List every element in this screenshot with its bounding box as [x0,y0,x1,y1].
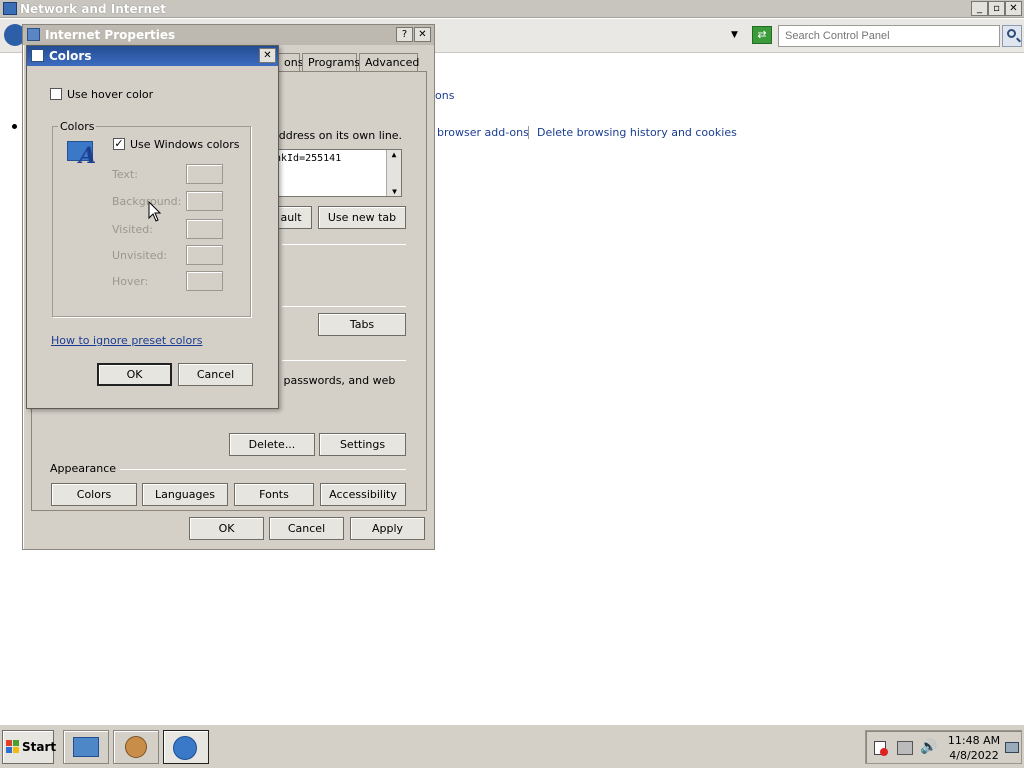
system-tray: 🔊 11:48 AM 4/8/2022 [865,730,1022,764]
network-icon [3,2,17,15]
colors-group-label: Colors [58,120,97,133]
colors-window-icon [31,49,44,62]
server-manager-icon [73,737,99,757]
accessibility-button[interactable]: Accessibility [320,483,406,506]
use-hover-color-checkbox[interactable] [50,88,62,100]
text-color-label: Text: [112,168,138,181]
action-center-flag-icon[interactable] [874,741,888,756]
ip-title-bar: Internet Properties ? ✕ [23,25,434,45]
scroll-down-icon[interactable]: ▼ [387,187,402,196]
colors-dialog: Colors ✕ Use hover color Colors A ✓ Use … [26,45,279,409]
volume-icon[interactable]: 🔊 [920,739,937,755]
globe-icon [173,736,197,760]
separator [282,306,406,307]
search-input[interactable] [778,25,1000,47]
colors-font-icon: A [67,137,101,169]
cp-link-options[interactable]: ons [435,89,454,102]
cp-link-history[interactable]: Delete browsing history and cookies [537,126,737,139]
refresh-icon[interactable]: ⇄ [752,26,772,44]
colors-title-bar: Colors ✕ [27,46,278,66]
hover-color-swatch[interactable] [186,271,223,291]
windows-logo-icon [6,740,19,753]
tab-programs[interactable]: Programs [302,53,360,71]
home-page-instruction: address on its own line. [272,129,403,142]
separator [120,469,406,470]
scroll-up-icon[interactable]: ▲ [387,150,401,159]
background-color-label: Background: [112,195,182,208]
unvisited-color-label: Unvisited: [112,249,168,262]
tabs-settings-button[interactable]: Tabs [318,313,406,336]
clock-time[interactable]: 11:48 AM [946,734,1002,747]
taskbar-server-manager[interactable] [63,730,109,764]
start-button[interactable]: Start [2,730,57,764]
ip-title: Internet Properties [45,28,176,42]
colors-title: Colors [49,49,92,63]
maximize-button[interactable]: ▫ [988,1,1005,16]
mouse-cursor-icon [148,201,162,222]
ip-cancel-button[interactable]: Cancel [269,517,344,540]
home-page-textarea[interactable]: nkId=255141 ▲ ▼ [272,149,402,197]
delete-button[interactable]: Delete... [229,433,315,456]
cp-link-addons[interactable]: browser add-ons [437,126,529,139]
colors-ok-button[interactable]: OK [97,363,172,386]
colors-cancel-button[interactable]: Cancel [178,363,253,386]
background-color-swatch[interactable] [186,191,223,211]
unvisited-color-swatch[interactable] [186,245,223,265]
fonts-button[interactable]: Fonts [234,483,314,506]
cp-window-title: Network and Internet [20,2,166,16]
text-color-swatch[interactable] [186,164,223,184]
separator [282,244,406,245]
show-desktop-icon[interactable] [1005,742,1019,753]
appearance-label: Appearance [50,462,117,475]
textarea-scrollbar[interactable]: ▲ ▼ [386,150,401,196]
tab-advanced[interactable]: Advanced [359,53,419,71]
use-windows-colors-label: Use Windows colors [130,138,240,151]
bullet-icon [12,124,17,129]
colors-button[interactable]: Colors [51,483,137,506]
taskbar: Start 🔊 11:48 AM 4/8/2022 [0,724,1024,768]
search-icon[interactable] [1002,25,1022,47]
use-hover-color-label: Use hover color [67,88,154,101]
ip-ok-button[interactable]: OK [189,517,264,540]
network-tray-icon[interactable] [897,741,913,755]
browsing-history-text: d passwords, and web [273,374,396,387]
minimize-button[interactable]: _ [971,1,988,16]
close-button[interactable]: ✕ [1005,1,1022,16]
start-label: Start [22,740,57,754]
languages-button[interactable]: Languages [142,483,228,506]
dropdown-arrow-icon[interactable]: ▼ [731,30,738,40]
help-button[interactable]: ? [396,27,413,42]
taskbar-internet-properties[interactable] [163,730,209,764]
visited-color-label: Visited: [112,223,153,236]
hover-color-label: Hover: [112,275,149,288]
ip-close-button[interactable]: ✕ [414,27,431,42]
cp-title-bar: Network and Internet _ ▫ ✕ [0,0,1024,18]
tab-connections[interactable]: ons [278,53,303,71]
link-divider [528,126,529,139]
separator [282,360,406,361]
use-windows-colors-checkbox[interactable]: ✓ [113,138,125,150]
ip-apply-button[interactable]: Apply [350,517,425,540]
use-new-tab-button[interactable]: Use new tab [318,206,406,229]
clock-date[interactable]: 4/8/2022 [946,749,1002,762]
visited-color-swatch[interactable] [186,219,223,239]
colors-close-button[interactable]: ✕ [259,48,276,63]
ie-icon [27,28,40,41]
ignore-preset-colors-link[interactable]: How to ignore preset colors [51,334,202,347]
taskbar-users[interactable] [113,730,159,764]
users-icon [125,736,147,758]
home-page-url: nkId=255141 [275,153,342,164]
settings-button[interactable]: Settings [319,433,406,456]
